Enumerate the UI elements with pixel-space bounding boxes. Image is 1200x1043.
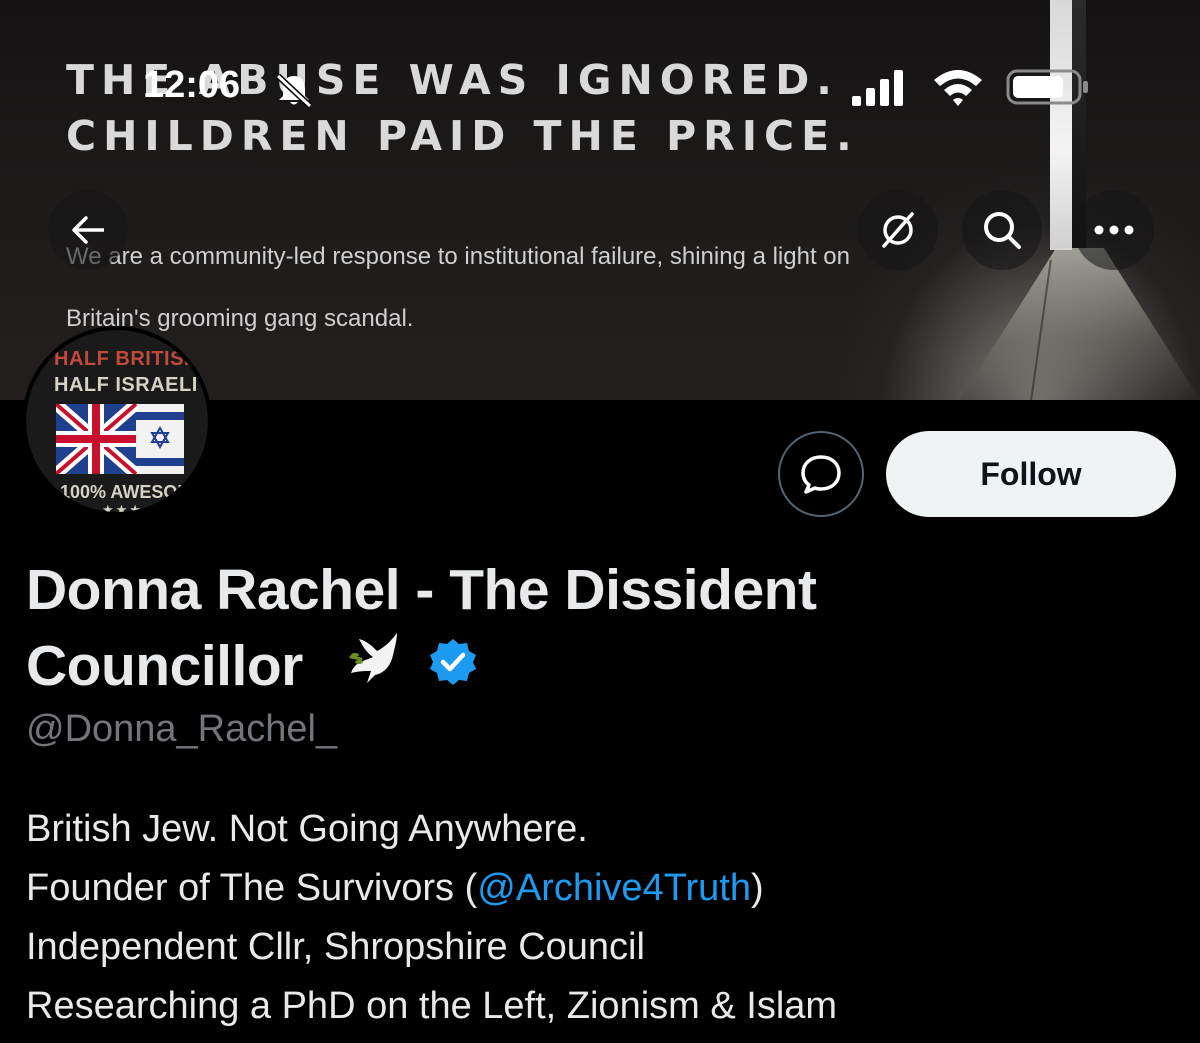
avatar-text-line2: HALF ISRAELI bbox=[54, 374, 198, 396]
back-arrow-icon bbox=[72, 216, 104, 244]
battery-icon bbox=[1006, 69, 1088, 105]
banner-light-beam bbox=[960, 248, 1200, 400]
verified-badge-icon[interactable] bbox=[428, 637, 478, 687]
grok-icon bbox=[882, 212, 914, 248]
search-icon bbox=[984, 212, 1021, 249]
banner-door-light bbox=[1050, 0, 1072, 250]
back-button[interactable] bbox=[48, 190, 128, 270]
wifi-icon bbox=[934, 70, 982, 106]
bio-line-2-suffix: ) bbox=[750, 867, 764, 909]
banner-headline-line2: CHILDREN PAID THE PRICE. bbox=[66, 112, 859, 160]
avatar-image: HALF BRITISH HALF ISRAELI 100% AWESOME ★… bbox=[26, 330, 208, 512]
union-jack-israel-flag-icon bbox=[56, 404, 184, 474]
user-handle: @Donna_Rachel_ bbox=[26, 708, 338, 750]
search-button[interactable] bbox=[962, 190, 1042, 270]
bio-line-4: Researching a PhD on the Left, Zionism &… bbox=[26, 985, 838, 1027]
avatar-text-line3: 100% AWESOME bbox=[60, 482, 205, 502]
bio-line-3: Independent Cllr, Shropshire Council bbox=[26, 926, 645, 968]
more-icon bbox=[1094, 225, 1134, 235]
bell-slash-icon bbox=[275, 73, 313, 108]
display-name-line2: Councillor bbox=[26, 634, 303, 698]
avatar-text-line1: HALF BRITISH bbox=[54, 348, 199, 370]
display-name-line1: Donna Rachel - The Dissident bbox=[26, 558, 817, 622]
more-button[interactable] bbox=[1074, 190, 1154, 270]
avatar[interactable]: HALF BRITISH HALF ISRAELI 100% AWESOME ★… bbox=[22, 326, 212, 516]
message-icon bbox=[801, 455, 841, 494]
follow-button[interactable]: Follow bbox=[886, 431, 1176, 517]
message-button[interactable] bbox=[778, 431, 864, 517]
grok-button[interactable] bbox=[858, 190, 938, 270]
display-name: Donna Rachel - The Dissident Councillor bbox=[26, 552, 1026, 704]
mention-link-archive4truth[interactable]: @Archive4Truth bbox=[477, 867, 751, 909]
profile-bio: British Jew. Not Going Anywhere. Founder… bbox=[26, 800, 1176, 1036]
dove-icon bbox=[349, 633, 397, 683]
status-time: 12:06 bbox=[143, 64, 241, 106]
avatar-stars: ★★★ bbox=[102, 502, 143, 512]
banner-subtext: We are a community-led response to insti… bbox=[66, 243, 850, 332]
signal-icon bbox=[852, 70, 903, 106]
bio-line-2: Founder of The Survivors (@Archive4Truth… bbox=[26, 859, 1176, 918]
bio-line-1: British Jew. Not Going Anywhere. bbox=[26, 808, 588, 850]
bio-line-2-prefix: Founder of The Survivors ( bbox=[26, 867, 478, 909]
